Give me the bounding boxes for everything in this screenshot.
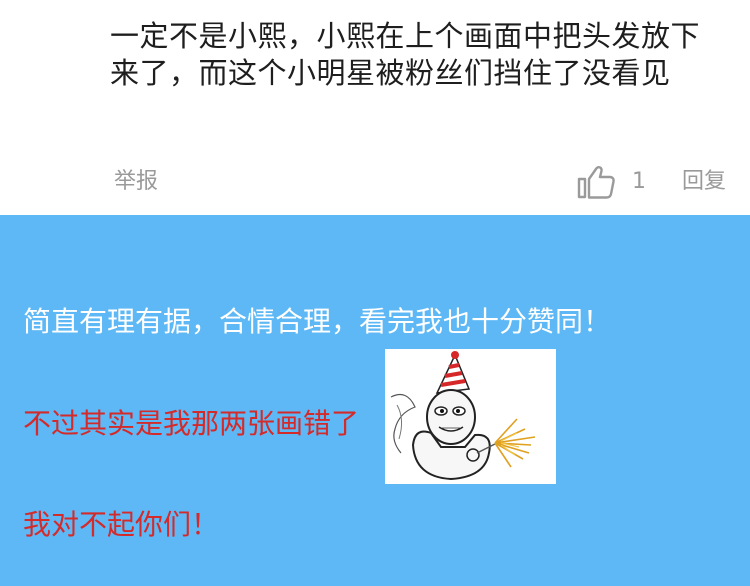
comment-card: 一定不是小熙，小熙在上个画面中把头发放下来了，而这个小明星被粉丝们挡住了没看见 … xyxy=(0,0,750,215)
post-line-apology: 我对不起你们！ xyxy=(23,508,220,541)
post-line-agree: 简直有理有据，合情合理，看完我也十分赞同！ xyxy=(23,305,612,338)
like-count: 1 xyxy=(632,169,646,194)
report-button[interactable]: 举报 xyxy=(114,168,158,196)
post-panel: 简直有理有据，合情合理，看完我也十分赞同！ 不过其实是我那两张画错了 我对不起你… xyxy=(0,215,750,586)
comment-text: 一定不是小熙，小熙在上个画面中把头发放下来了，而这个小明星被粉丝们挡住了没看见 xyxy=(110,19,701,90)
party-meme-image xyxy=(385,349,556,484)
like-button[interactable] xyxy=(576,164,616,200)
post-line-confession: 不过其实是我那两张画错了 xyxy=(23,407,360,440)
reply-button[interactable]: 回复 xyxy=(682,168,726,196)
thumbs-up-icon xyxy=(577,166,615,199)
